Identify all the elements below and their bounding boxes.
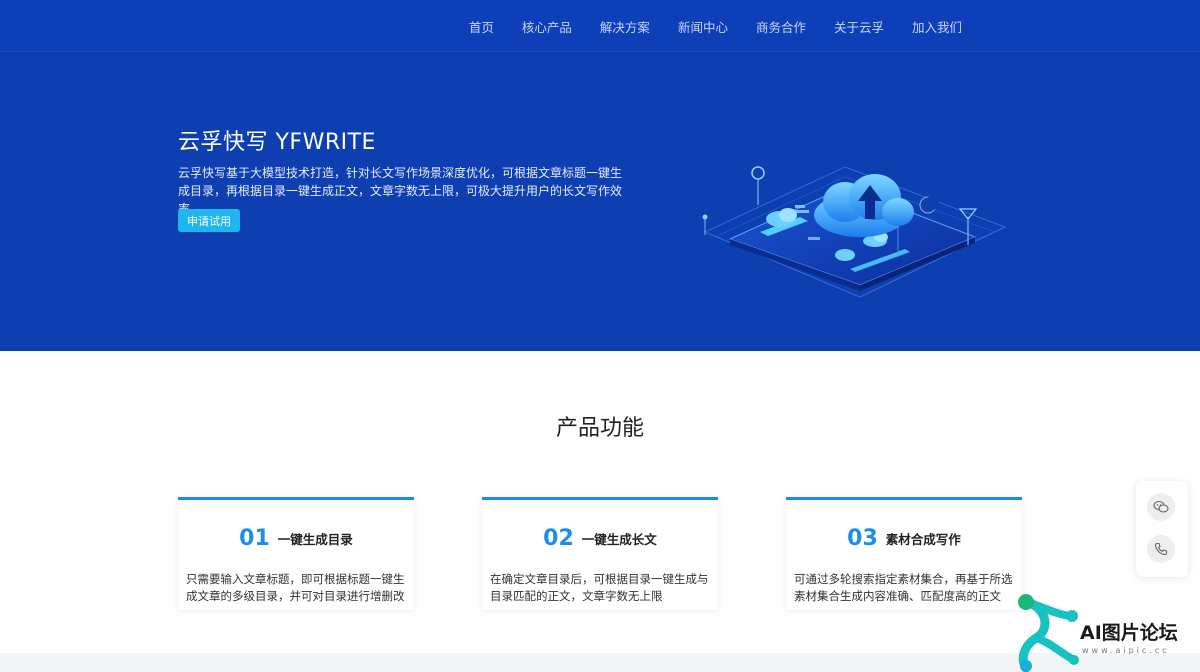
feature-card-number: 03	[847, 526, 878, 551]
nav-item-core-products[interactable]: 核心产品	[508, 17, 586, 36]
nav-item-business[interactable]: 商务合作	[742, 17, 820, 36]
phone-icon	[1154, 542, 1168, 556]
watermark-icon	[1018, 594, 1079, 672]
wechat-button[interactable]	[1147, 493, 1175, 521]
features-section-title: 产品功能	[555, 416, 644, 441]
floating-contact-panel	[1136, 481, 1188, 577]
feature-card-material: 03 素材合成写作 可通过多轮搜索指定素材集合，再基于所选素材集合生成内容准确、匹…	[786, 497, 1022, 610]
watermark-text: AI图片论坛	[1080, 622, 1178, 644]
nav-item-home[interactable]: 首页	[455, 17, 508, 36]
hero-description: 云孚快写基于大模型技术打造，针对长文写作场景深度优化，可根据文章标题一键生成目录…	[178, 166, 623, 216]
feature-card-description: 可通过多轮搜索指定素材集合，再基于所选素材集合生成内容准确、匹配度高的正文	[794, 572, 1013, 603]
feature-card-longtext: 02 一键生成长文 在确定文章目录后，可根据目录一键生成与目录匹配的正文，文章字数…	[482, 497, 718, 610]
feature-card-header: 03 素材合成写作	[786, 526, 1022, 551]
feature-card-title: 一键生成长文	[581, 532, 657, 547]
nav-item-about[interactable]: 关于云孚	[820, 17, 898, 36]
feature-card-header: 01 一键生成目录	[178, 526, 414, 551]
nav-links: 首页 核心产品 解决方案 新闻中心 商务合作 关于云孚 加入我们	[455, 0, 976, 52]
feature-card-title: 一键生成目录	[277, 532, 353, 547]
hero-banner: 云孚快写 YFWRITE 云孚快写基于大模型技术打造，针对长文写作场景深度优化，…	[0, 52, 1200, 351]
feature-card-outline: 01 一键生成目录 只需要输入文章标题，即可根据标题一键生成文章的多级目录，并可对…	[178, 497, 414, 610]
cloud-upload-isometric-icon	[702, 166, 1007, 298]
watermark-logo: AI图片论坛 www.aipic.cc	[1000, 590, 1200, 672]
top-nav: 首页 核心产品 解决方案 新闻中心 商务合作 关于云孚 加入我们	[0, 0, 1200, 52]
phone-button[interactable]	[1147, 535, 1175, 563]
nav-item-news[interactable]: 新闻中心	[664, 17, 742, 36]
watermark-url: www.aipic.cc	[1082, 646, 1170, 655]
feature-card-number: 02	[543, 526, 574, 551]
nav-item-join[interactable]: 加入我们	[898, 17, 976, 36]
wechat-icon	[1153, 500, 1169, 513]
feature-card-title: 素材合成写作	[885, 532, 961, 547]
feature-card-header: 02 一键生成长文	[482, 526, 718, 551]
nav-item-solutions[interactable]: 解决方案	[586, 17, 664, 36]
feature-card-description: 在确定文章目录后，可根据目录一键生成与目录匹配的正文，文章字数无上限	[490, 572, 709, 603]
hero-title: 云孚快写 YFWRITE	[178, 130, 376, 155]
feature-card-number: 01	[239, 526, 270, 551]
feature-card-description: 只需要输入文章标题，即可根据标题一键生成文章的多级目录，并可对目录进行增删改	[186, 572, 405, 603]
apply-trial-button[interactable]: 申请试用	[178, 209, 240, 232]
